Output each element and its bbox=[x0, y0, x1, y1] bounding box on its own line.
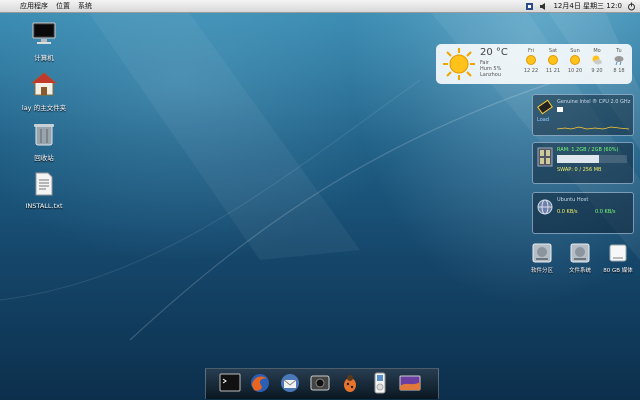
trash-icon bbox=[34, 124, 54, 146]
drive-removable-media[interactable]: 80 GB 媒体 bbox=[598, 242, 638, 274]
power-icon[interactable] bbox=[627, 2, 636, 11]
desktop-icon bbox=[399, 375, 421, 391]
memory-monitor-panel[interactable]: RAM: 1.2GB / 2GB (60%) SWAP: 0 / 256 MB bbox=[532, 142, 634, 184]
hard-drive-icon bbox=[532, 243, 552, 263]
network-monitor-panel[interactable]: Ubuntu Host 0.0 KB/s 0.0 KB/s bbox=[532, 192, 634, 234]
computer-icon bbox=[32, 22, 56, 44]
rain-icon bbox=[614, 56, 624, 66]
webcam-icon bbox=[310, 375, 330, 391]
clock[interactable]: 12月4日 星期三 12:0 bbox=[553, 1, 622, 11]
upload-speed: 0.0 KB/s bbox=[595, 209, 616, 215]
menu-places[interactable]: 位置 bbox=[56, 0, 70, 12]
weather-line: Lanzhou bbox=[480, 72, 502, 78]
top-panel: 应用程序 位置 系统 12月4日 星期三 12:0 bbox=[0, 0, 640, 13]
drive-software-partition[interactable]: 软件分区 bbox=[522, 242, 562, 274]
weather-widget[interactable]: 20 °C Fair Hum 5% Lanzhou Fri 12 22 Sat … bbox=[436, 44, 632, 84]
forecast-day: Fri 12 22 bbox=[523, 48, 539, 74]
desktop-icon-label: INSTALL.txt bbox=[25, 202, 63, 210]
cpu-title: Genuine Intel ® CPU 2.0 GHz bbox=[557, 99, 631, 105]
home-folder-icon bbox=[30, 72, 58, 96]
network-icon[interactable] bbox=[525, 2, 534, 11]
desktop-icon-label: 计算机 bbox=[34, 54, 54, 62]
firefox-icon bbox=[251, 374, 269, 392]
dock bbox=[205, 368, 439, 399]
dock-webcam[interactable] bbox=[308, 371, 332, 395]
download-speed: 0.0 KB/s bbox=[557, 209, 578, 215]
dock-bug[interactable] bbox=[338, 371, 362, 395]
forecast-day: Mo 9 20 bbox=[591, 48, 603, 74]
partly-cloudy-icon bbox=[592, 55, 602, 65]
dock-terminal[interactable] bbox=[218, 371, 242, 395]
forecast-day: Sat 11 21 bbox=[545, 48, 561, 74]
forecast: Fri 12 22 Sat 11 21 Sun 10 20 Mo 9 20 Tu… bbox=[522, 48, 628, 74]
removable-drive-icon bbox=[609, 244, 627, 262]
apple-logo-icon[interactable] bbox=[4, 1, 12, 11]
host-title: Ubuntu Host bbox=[557, 197, 589, 203]
desktop-icon-computer[interactable]: 计算机 bbox=[14, 22, 74, 62]
dock-ipod[interactable] bbox=[368, 371, 392, 395]
dock-thunderbird[interactable] bbox=[278, 371, 302, 395]
cpu-monitor-panel[interactable]: Genuine Intel ® CPU 2.0 GHz Load bbox=[532, 94, 634, 136]
drive-filesystem[interactable]: 文件系统 bbox=[560, 242, 600, 274]
cpu-chip-icon bbox=[537, 99, 553, 115]
desktop-icon-label: 回收站 bbox=[34, 154, 54, 162]
desktop-icon-home[interactable]: lay 的主文件夹 bbox=[14, 72, 74, 112]
ram-usage-fill bbox=[557, 155, 599, 163]
forecast-day: Sun 10 20 bbox=[567, 48, 583, 74]
drive-label: 80 GB 媒体 bbox=[603, 268, 633, 274]
weather-temperature: 20 °C bbox=[480, 47, 508, 58]
menu-system[interactable]: 系统 bbox=[78, 0, 92, 12]
sun-icon bbox=[570, 55, 580, 65]
drive-label: 软件分区 bbox=[530, 268, 553, 274]
sun-icon bbox=[443, 48, 475, 80]
ram-module-icon bbox=[537, 147, 553, 167]
cpu-load-label: Load bbox=[537, 117, 549, 123]
dock-desktop[interactable] bbox=[398, 371, 422, 395]
sun-icon bbox=[526, 55, 536, 65]
cpu-indicator bbox=[557, 107, 563, 112]
swap-label: SWAP: 0 / 256 MB bbox=[557, 167, 602, 173]
drive-label: 文件系统 bbox=[568, 268, 591, 274]
ipod-icon bbox=[374, 372, 386, 394]
desktop-icon-install[interactable]: INSTALL.txt bbox=[14, 172, 74, 210]
text-file-icon bbox=[35, 172, 53, 196]
dock-firefox[interactable] bbox=[248, 371, 272, 395]
volume-icon[interactable] bbox=[539, 2, 548, 11]
desktop-icon-label: lay 的主文件夹 bbox=[21, 104, 67, 112]
menu-applications[interactable]: 应用程序 bbox=[20, 0, 48, 12]
ram-title: RAM: 1.2GB / 2GB (60%) bbox=[557, 147, 619, 153]
cpu-graph bbox=[557, 126, 629, 130]
globe-icon bbox=[537, 199, 553, 215]
thunderbird-icon bbox=[281, 374, 299, 392]
hard-drive-icon bbox=[570, 243, 590, 263]
terminal-icon bbox=[219, 373, 241, 392]
forecast-day: Tu 8 18 bbox=[613, 48, 625, 74]
desktop-icon-trash[interactable]: 回收站 bbox=[14, 122, 74, 162]
bug-icon bbox=[344, 375, 356, 392]
ram-usage-bar bbox=[557, 155, 627, 163]
sun-icon bbox=[548, 55, 558, 65]
